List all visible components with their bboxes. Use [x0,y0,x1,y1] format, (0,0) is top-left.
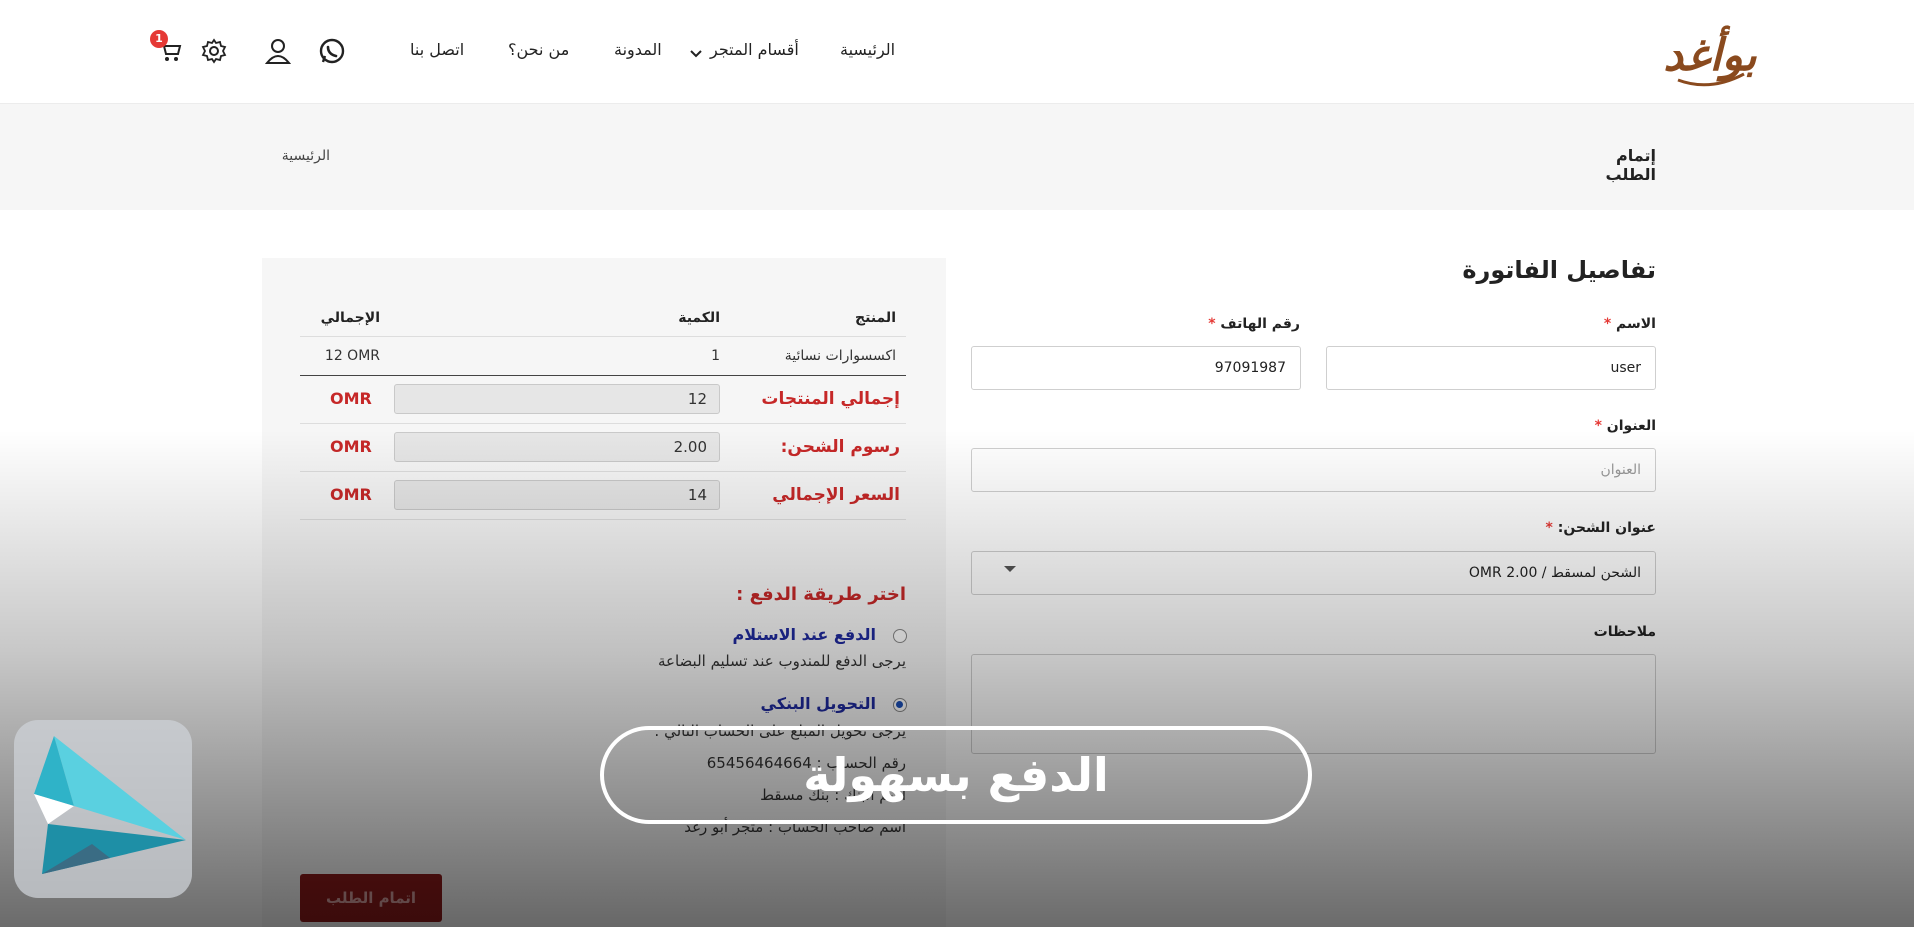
name-label: الاسم * [1603,316,1656,332]
divider [300,375,906,376]
col-header-product: المنتج [855,310,896,326]
phone-label: رقم الهاتف * [1208,316,1300,332]
whatsapp-icon[interactable] [317,36,347,66]
breadcrumb-home-link[interactable]: الرئيسية [270,148,330,164]
row-product: اكسسوارات نسائية [784,348,896,364]
video-caption: الدفع بسهولة [600,726,1312,824]
nav-contact[interactable]: اتصل بنا [410,40,464,59]
shipping-fee-label: رسوم الشحن: [780,437,900,457]
phone-field[interactable]: 97091987 [971,346,1301,390]
address-label: العنوان * [1594,418,1656,434]
grand-total-label: السعر الإجمالي [772,485,900,505]
cod-option-label[interactable]: الدفع عند الاستلام [732,625,876,644]
site-header: بوأغد الرئيسية أقسام المتجر المدونة من ن… [0,0,1914,104]
shipping-select[interactable]: الشحن لمسقط / 2.00 OMR [971,551,1656,595]
select-chevron-icon[interactable] [1004,566,1016,572]
address-field[interactable]: العنوان [971,448,1656,492]
divider [300,519,906,520]
grand-total-field: 14 [394,480,720,510]
bank-transfer-radio[interactable] [893,698,907,712]
billing-details-title: تفاصيل الفاتورة [1462,256,1656,284]
name-field[interactable]: user [1326,346,1656,390]
shipping-address-label: عنوان الشحن: * [1545,520,1656,536]
chevron-down-icon[interactable] [690,44,702,63]
store-logo[interactable]: بوأغد [1660,8,1760,96]
row-total: 12 OMR [324,348,380,364]
cod-description: يرجى الدفع للمندوب عند تسليم البضاعة [657,652,906,670]
payment-method-title: اختر طريقة الدفع : [736,584,906,605]
cart-count-badge: 1 [150,30,168,48]
page-title: إتمام الطلب [1605,146,1656,184]
divider [300,336,906,337]
total-currency: OMR [330,485,372,504]
cod-radio[interactable] [893,629,907,643]
caption-text: الدفع بسهولة [803,748,1109,802]
place-order-button[interactable]: اتمام الطلب [300,874,442,922]
subtotal-label: إجمالي المنتجات [761,389,900,409]
divider [300,423,906,424]
notes-label: ملاحظات [1593,624,1656,640]
subtotal-field: 12 [394,384,720,414]
col-header-qty: الكمية [678,310,720,326]
nav-home[interactable]: الرئيسية [840,40,895,59]
bank-transfer-option-label[interactable]: التحويل البنكي [761,694,877,713]
col-header-total: الإجمالي [320,310,380,326]
channel-logo-icon [14,720,192,898]
nav-blog[interactable]: المدونة [614,40,662,59]
divider [300,471,906,472]
shipping-currency: OMR [330,437,372,456]
subtotal-currency: OMR [330,389,372,408]
settings-icon[interactable] [199,36,229,66]
user-icon[interactable] [263,36,293,66]
nav-store-sections[interactable]: أقسام المتجر [710,40,799,59]
nav-about[interactable]: من نحن؟ [508,40,569,59]
shipping-fee-field: 2.00 [394,432,720,462]
row-qty: 1 [711,348,720,364]
